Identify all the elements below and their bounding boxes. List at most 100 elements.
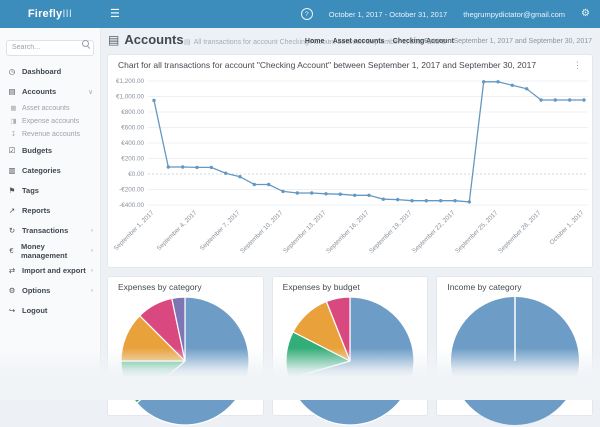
user-email-link[interactable]: thegrumpydictator@gmail.com <box>463 10 565 19</box>
revenue-accounts-icon: ↧ <box>9 130 18 138</box>
chart-panel-title: Chart for all transactions for account "… <box>118 60 536 70</box>
brand-light: III <box>62 8 72 20</box>
sidebar-item-categories[interactable]: ▥ Categories <box>0 161 100 181</box>
sidebar-menu: ◷ Dashboard ▤ Accounts ∨ ▦ Asset account… <box>0 62 100 321</box>
sidebar-item-label: Import and export <box>22 266 86 275</box>
svg-text:September 7, 2017: September 7, 2017 <box>199 209 242 252</box>
sidebar-subitem-label: Revenue accounts <box>22 131 80 138</box>
transactions-chart-panel: Chart for all transactions for account "… <box>107 54 593 268</box>
sidebar-item-revenue-accounts[interactable]: ↧ Revenue accounts <box>0 128 100 141</box>
logout-icon: ↪ <box>7 306 17 315</box>
hamburger-icon[interactable]: ☰ <box>110 9 120 20</box>
income-by-category-panel: Income by category <box>436 276 593 416</box>
sidebar-item-accounts[interactable]: ▤ Accounts ∨ <box>0 82 100 102</box>
navbar-right: ? October 1, 2017 - October 31, 2017 the… <box>301 8 590 20</box>
sidebar-item-budgets[interactable]: ☑ Budgets <box>0 141 100 161</box>
gear-icon[interactable]: ⚙ <box>581 9 590 19</box>
asset-accounts-icon: ▦ <box>9 104 18 112</box>
svg-text:September 13, 2017: September 13, 2017 <box>282 209 328 255</box>
sidebar-item-options[interactable]: ⚙ Options ‹ <box>0 281 100 301</box>
sidebar-item-tags[interactable]: ⚑ Tags <box>0 181 100 201</box>
transactions-icon: ↻ <box>7 226 17 235</box>
sidebar-item-transactions[interactable]: ↻ Transactions ‹ <box>0 221 100 241</box>
sidebar-item-expense-accounts[interactable]: ◨ Expense accounts <box>0 115 100 128</box>
search-input[interactable] <box>6 40 94 56</box>
accounts-icon: ▤ <box>7 87 17 96</box>
top-navbar: FireflyIII ☰ ? October 1, 2017 - October… <box>0 0 600 28</box>
chevron-left-icon: ‹ <box>91 227 93 234</box>
expenses-by-budget-pie[interactable] <box>273 295 428 427</box>
pie-panel-title: Expenses by category <box>118 282 202 292</box>
ellipsis-menu-icon[interactable]: ⋮ <box>573 61 582 70</box>
svg-text:€1,000.00: €1,000.00 <box>116 94 145 101</box>
categories-icon: ▥ <box>7 166 17 175</box>
svg-text:€600.00: €600.00 <box>121 125 144 132</box>
sidebar-item-label: Budgets <box>22 146 52 155</box>
pie-panel-title: Expenses by budget <box>283 282 360 292</box>
svg-text:October 1, 2017: October 1, 2017 <box>549 209 586 246</box>
sidebar-item-asset-accounts[interactable]: ▦ Asset accounts <box>0 102 100 115</box>
svg-text:September 16, 2017: September 16, 2017 <box>325 209 371 255</box>
breadcrumb-asset-accounts[interactable]: Asset accounts <box>333 38 385 45</box>
sidebar-item-label: Categories <box>22 166 61 175</box>
expenses-by-category-panel: Expenses by category <box>107 276 264 416</box>
date-range-note: Between September 1, 2017 and September … <box>424 38 592 45</box>
options-icon: ⚙ <box>7 286 17 295</box>
sidebar-item-label: Transactions <box>22 226 68 235</box>
tags-icon: ⚑ <box>7 186 17 195</box>
date-range-link[interactable]: October 1, 2017 - October 31, 2017 <box>329 10 447 19</box>
sidebar-subitem-label: Asset accounts <box>22 105 69 112</box>
sidebar-item-label: Tags <box>22 186 39 195</box>
sidebar: ◷ Dashboard ▤ Accounts ∨ ▦ Asset account… <box>0 28 101 400</box>
sidebar-item-label: Options <box>22 286 50 295</box>
brand-bold: Firefly <box>28 8 62 20</box>
sidebar-item-label: Money management <box>21 242 86 260</box>
brand-logo[interactable]: FireflyIII <box>0 0 100 28</box>
svg-text:€1,200.00: €1,200.00 <box>116 78 145 85</box>
sidebar-item-reports[interactable]: ↗ Reports <box>0 201 100 221</box>
expense-accounts-icon: ◨ <box>9 117 18 125</box>
credit-card-icon: ▤ <box>184 38 191 46</box>
pie-panel-title: Income by category <box>447 282 521 292</box>
svg-text:September 25, 2017: September 25, 2017 <box>454 209 500 255</box>
sidebar-item-label: Accounts <box>22 87 56 96</box>
svg-text:September 19, 2017: September 19, 2017 <box>368 209 414 255</box>
page-title-text: Accounts <box>124 32 183 47</box>
sidebar-item-label: Dashboard <box>22 67 61 76</box>
chevron-left-icon: ‹ <box>91 287 93 294</box>
svg-text:September 10, 2017: September 10, 2017 <box>239 209 285 255</box>
svg-text:September 1, 2017: September 1, 2017 <box>113 209 156 252</box>
reports-icon: ↗ <box>7 206 17 215</box>
breadcrumb-separator: › <box>387 38 389 45</box>
pie-panel-header: Expenses by budget <box>273 277 428 293</box>
help-icon[interactable]: ? <box>301 8 313 20</box>
sidebar-item-logout[interactable]: ↪ Logout <box>0 301 100 321</box>
sidebar-item-money-management[interactable]: € Money management ‹ <box>0 241 100 261</box>
sidebar-item-import-export[interactable]: ⇄ Import and export ‹ <box>0 261 100 281</box>
chevron-down-icon: ∨ <box>88 88 93 96</box>
svg-text:September 22, 2017: September 22, 2017 <box>411 209 457 255</box>
money-management-icon: € <box>7 246 16 255</box>
search-box <box>6 36 94 56</box>
credit-card-icon: ▤ <box>108 33 119 47</box>
pie-panel-header: Income by category <box>437 277 592 293</box>
breadcrumb-home[interactable]: Home <box>305 38 324 45</box>
dashboard-icon: ◷ <box>7 67 17 76</box>
line-chart[interactable]: €1,200.00 €1,000.00 €800.00 €600.00 €400.00 €… <box>110 73 592 270</box>
sidebar-item-label: Reports <box>22 206 50 215</box>
pie-panels-row: Expenses by category Expenses by budget … <box>107 276 593 416</box>
expenses-by-category-pie[interactable] <box>108 295 263 427</box>
page-title: ▤ Accounts <box>108 32 184 47</box>
svg-text:€400.00: €400.00 <box>121 140 144 147</box>
import-export-icon: ⇄ <box>7 266 17 275</box>
svg-text:€800.00: €800.00 <box>121 109 144 116</box>
svg-text:€0.00: €0.00 <box>128 171 144 178</box>
svg-text:-€200.00: -€200.00 <box>119 187 144 194</box>
pie-panel-header: Expenses by category <box>108 277 263 293</box>
chevron-left-icon: ‹ <box>91 247 93 254</box>
income-by-category-pie[interactable] <box>437 295 592 427</box>
main-content: ▤ Accounts ▤ All transactions for accoun… <box>100 28 600 400</box>
sidebar-item-label: Logout <box>22 306 47 315</box>
sidebar-subitem-label: Expense accounts <box>22 118 79 125</box>
sidebar-item-dashboard[interactable]: ◷ Dashboard <box>0 62 100 82</box>
